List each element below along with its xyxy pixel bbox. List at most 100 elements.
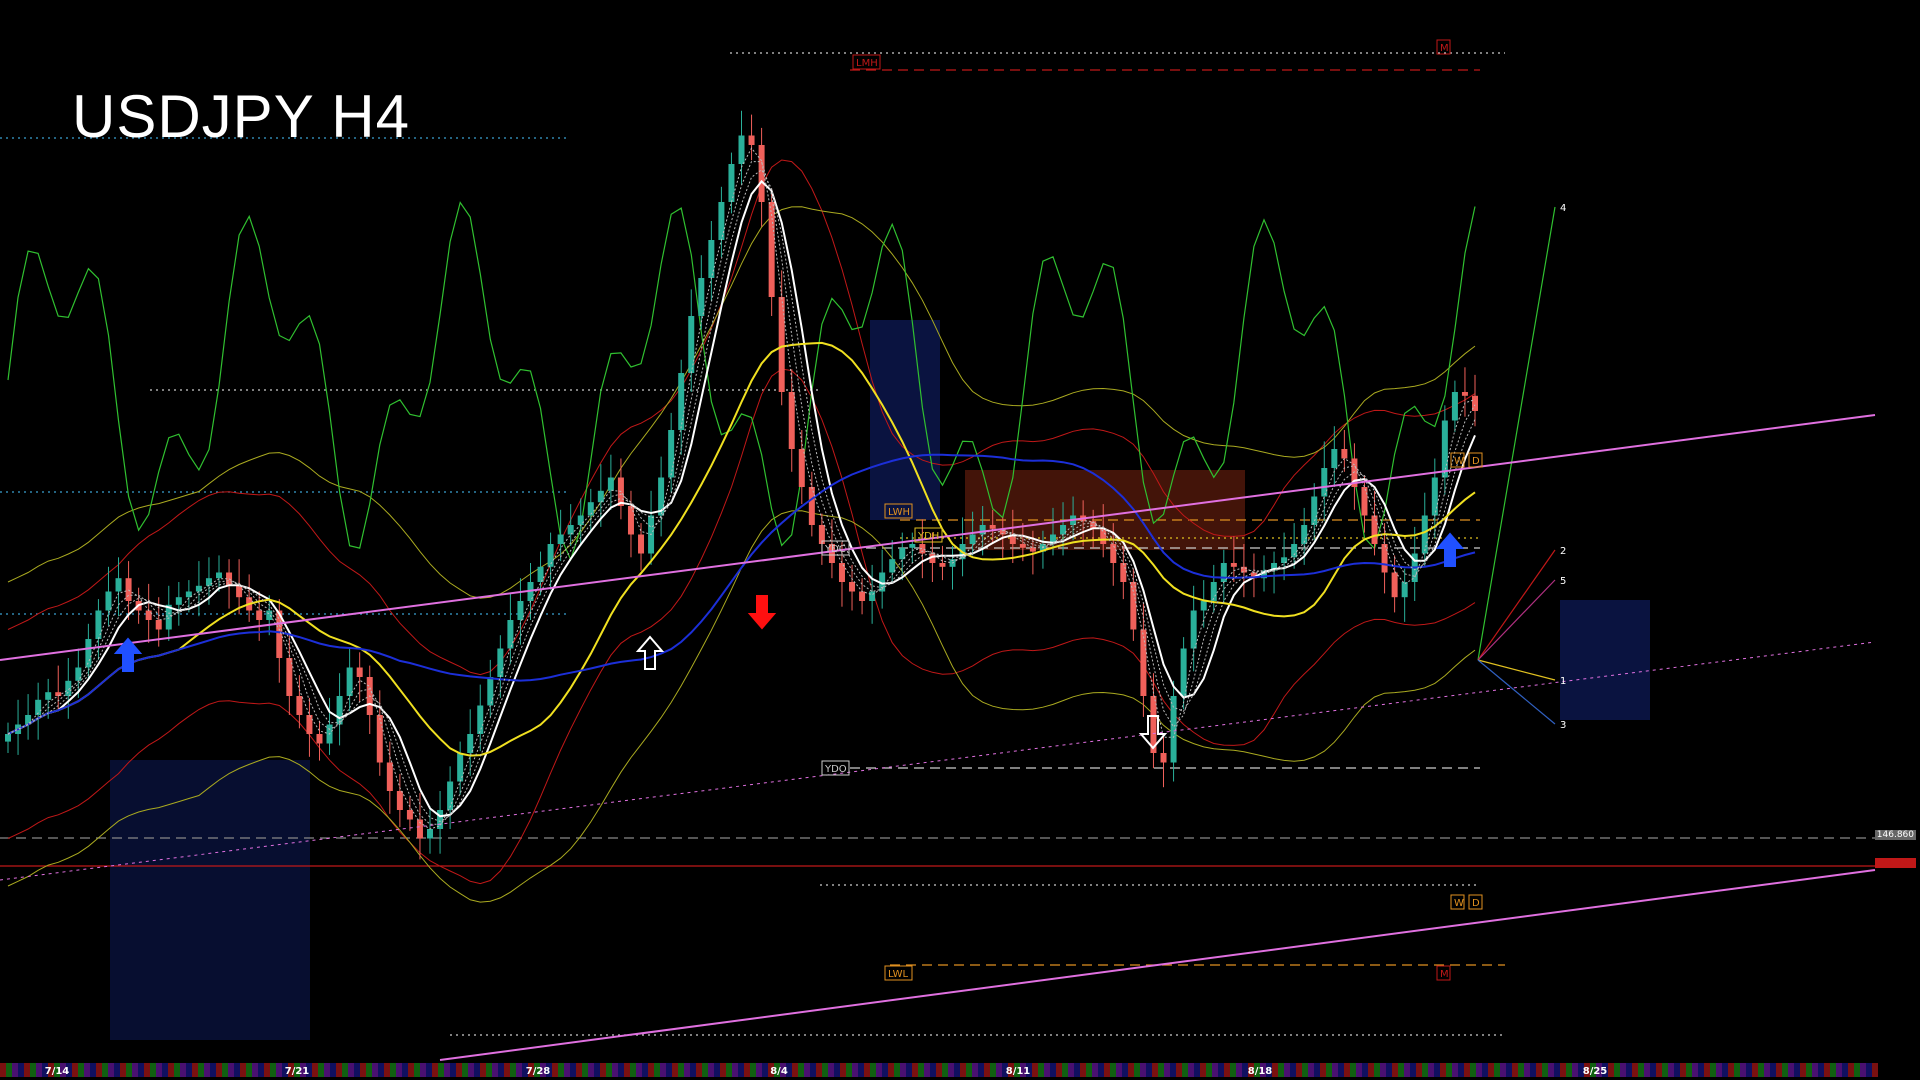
axis-strip-cell bbox=[846, 1063, 852, 1077]
axis-strip-cell bbox=[132, 1063, 138, 1077]
axis-strip-cell bbox=[1320, 1063, 1326, 1077]
axis-strip-cell bbox=[882, 1063, 888, 1077]
axis-strip-cell bbox=[1104, 1063, 1110, 1077]
x-tick-label: 8/25 bbox=[1583, 1066, 1608, 1077]
axis-strip-cell bbox=[606, 1063, 612, 1077]
axis-strip-cell bbox=[102, 1063, 108, 1077]
axis-strip-cell bbox=[1728, 1063, 1734, 1077]
axis-strip-cell bbox=[468, 1063, 474, 1077]
axis-strip-cell bbox=[924, 1063, 930, 1077]
axis-strip-cell bbox=[1314, 1063, 1320, 1077]
axis-strip-cell bbox=[342, 1063, 348, 1077]
axis-strip-cell bbox=[1134, 1063, 1140, 1077]
axis-strip-cell bbox=[996, 1063, 1002, 1077]
axis-strip-cell bbox=[1848, 1063, 1854, 1077]
axis-strip-cell bbox=[918, 1063, 924, 1077]
axis-strip-cell bbox=[714, 1063, 720, 1077]
axis-strip-cell bbox=[1176, 1063, 1182, 1077]
axis-strip-cell bbox=[1206, 1063, 1212, 1077]
axis-strip-cell bbox=[1608, 1063, 1614, 1077]
axis-strip-cell bbox=[168, 1063, 174, 1077]
axis-strip-cell bbox=[90, 1063, 96, 1077]
candle-body bbox=[406, 810, 413, 820]
axis-strip-cell bbox=[1470, 1063, 1476, 1077]
time-axis: 7/14 7/21 7/28 8/4 8/11 8/18 8/25 bbox=[0, 1063, 1878, 1077]
axis-strip-cell bbox=[1212, 1063, 1218, 1077]
axis-strip-cell bbox=[1482, 1063, 1488, 1077]
axis-strip-cell bbox=[18, 1063, 24, 1077]
axis-strip-cell bbox=[618, 1063, 624, 1077]
axis-strip-cell bbox=[894, 1063, 900, 1077]
axis-strip-cell bbox=[876, 1063, 882, 1077]
axis-strip-cell bbox=[1818, 1063, 1824, 1077]
axis-strip-cell bbox=[1128, 1063, 1134, 1077]
axis-strip-cell bbox=[588, 1063, 594, 1077]
axis-strip-cell bbox=[474, 1063, 480, 1077]
candle-body bbox=[236, 585, 243, 598]
axis-strip-cell bbox=[1770, 1063, 1776, 1077]
axis-strip-cell bbox=[1494, 1063, 1500, 1077]
axis-strip-cell bbox=[312, 1063, 318, 1077]
candle-body bbox=[808, 487, 815, 525]
axis-strip-cell bbox=[1296, 1063, 1302, 1077]
axis-strip-cell bbox=[1746, 1063, 1752, 1077]
candle-body bbox=[607, 477, 614, 491]
axis-strip-cell bbox=[1416, 1063, 1422, 1077]
x-tick-label: 7/28 bbox=[526, 1066, 551, 1077]
axis-strip-cell bbox=[444, 1063, 450, 1077]
axis-strip-cell bbox=[438, 1063, 444, 1077]
x-tick-label: 8/11 bbox=[1006, 1066, 1031, 1077]
axis-strip-cell bbox=[36, 1063, 42, 1077]
axis-strip-cell bbox=[1200, 1063, 1206, 1077]
axis-strip-cell bbox=[1758, 1063, 1764, 1077]
level-label-ydo: YDO bbox=[824, 764, 847, 775]
axis-strip-cell bbox=[804, 1063, 810, 1077]
candle-body bbox=[1341, 449, 1348, 459]
candle-body bbox=[1200, 601, 1207, 611]
axis-strip-cell bbox=[840, 1063, 846, 1077]
axis-strip-cell bbox=[516, 1063, 522, 1077]
candle-body bbox=[1120, 563, 1127, 582]
level-label-w_bottom: W bbox=[1454, 898, 1464, 909]
axis-strip-cell bbox=[1374, 1063, 1380, 1077]
candle-body bbox=[205, 578, 212, 586]
axis-strip-cell bbox=[1056, 1063, 1062, 1077]
axis-strip-cell bbox=[558, 1063, 564, 1077]
axis-strip-cell bbox=[1620, 1063, 1626, 1077]
candle-body bbox=[175, 597, 182, 605]
axis-strip-cell bbox=[816, 1063, 822, 1077]
axis-strip-cell bbox=[276, 1063, 282, 1077]
axis-strip-cell bbox=[1326, 1063, 1332, 1077]
axis-strip-cell bbox=[594, 1063, 600, 1077]
axis-strip-cell bbox=[336, 1063, 342, 1077]
axis-strip-cell bbox=[1824, 1063, 1830, 1077]
axis-strip-cell bbox=[1764, 1063, 1770, 1077]
axis-strip-cell bbox=[1362, 1063, 1368, 1077]
lower-price-tag: 146.700 bbox=[1874, 858, 1916, 868]
axis-strip-cell bbox=[1434, 1063, 1440, 1077]
axis-strip-cell bbox=[1092, 1063, 1098, 1077]
axis-strip-cell bbox=[1572, 1063, 1578, 1077]
level-label-d_bottom: D bbox=[1472, 898, 1480, 909]
axis-strip-cell bbox=[372, 1063, 378, 1077]
candle-body bbox=[989, 525, 996, 529]
cloud-blue bbox=[870, 320, 940, 520]
candle-body bbox=[427, 829, 434, 839]
axis-strip-cell bbox=[1656, 1063, 1662, 1077]
axis-strip-cell bbox=[456, 1063, 462, 1077]
axis-strip-cell bbox=[1074, 1063, 1080, 1077]
candle-body bbox=[1461, 392, 1468, 396]
projection-label: 1 bbox=[1560, 676, 1566, 687]
candle-body bbox=[145, 610, 152, 620]
axis-strip-cell bbox=[960, 1063, 966, 1077]
axis-strip-cell bbox=[1650, 1063, 1656, 1077]
axis-strip-cell bbox=[948, 1063, 954, 1077]
axis-strip-cell bbox=[612, 1063, 618, 1077]
axis-strip-cell bbox=[24, 1063, 30, 1077]
level-label-w_top: W bbox=[1454, 456, 1464, 467]
candle-body bbox=[748, 135, 755, 145]
current-price-tag: 146.860 bbox=[1874, 830, 1916, 840]
axis-strip-cell bbox=[1410, 1063, 1416, 1077]
price-chart[interactable]: LMHMLWHYDHYDCYDOLWL MW DW D42513 7/14 7/21 7/… bbox=[0, 0, 1920, 1080]
axis-strip-cell bbox=[1644, 1063, 1650, 1077]
